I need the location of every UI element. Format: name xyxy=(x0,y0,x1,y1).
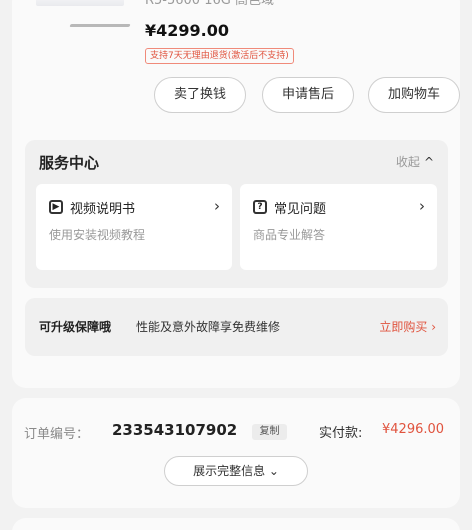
faq-icon: ? xyxy=(253,200,267,214)
video-manual-icon: ▶ xyxy=(49,200,63,214)
chevron-up-icon: ^ xyxy=(423,155,434,169)
order-info-card: 订单编号： 233543107902 复制 实付款: ¥4296.00 展示完整… xyxy=(12,398,460,508)
collapse-toggle[interactable]: 收起 ^ xyxy=(396,153,434,170)
service-tile-video-manual[interactable]: ▶ 视频说明书 › 使用安装视频教程 xyxy=(36,184,232,270)
service-tile-desc: 使用安装视频教程 xyxy=(49,228,146,242)
show-full-info-button[interactable]: 展示完整信息 ⌄ xyxy=(164,456,308,486)
chevron-right-icon: › xyxy=(214,197,220,215)
collapse-label: 收起 xyxy=(395,155,420,169)
order-number: 233543107902 xyxy=(112,421,238,439)
product-spec: R5-5600 16G 高色域 xyxy=(145,0,274,8)
after-sales-button[interactable]: 申请售后 xyxy=(262,77,354,113)
warranty-desc: 性能及意外故障享免费维修 xyxy=(136,320,281,334)
service-center: 服务中心 收起 ^ ▶ 视频说明书 › 使用安装视频教程 ? 常见问题 › 商品专… xyxy=(25,140,448,288)
service-center-title: 服务中心 xyxy=(39,154,100,172)
service-tile-label: 视频说明书 xyxy=(70,202,136,217)
service-tile-desc: 商品专业解答 xyxy=(253,228,326,242)
paid-amount-label: 实付款: xyxy=(319,426,363,441)
service-tile-label: 常见问题 xyxy=(274,202,327,217)
paid-amount: ¥4296.00 xyxy=(382,422,445,437)
product-price: ¥4299.00 xyxy=(145,21,230,40)
warranty-upgrade-banner[interactable]: 可升级保障哦 性能及意外故障享免费维修 立即购买 › xyxy=(25,298,448,356)
chevron-right-icon: › xyxy=(419,197,425,215)
buy-now-link[interactable]: 立即购买 › xyxy=(379,318,436,335)
add-to-cart-button[interactable]: 加购物车 xyxy=(368,77,460,113)
service-tile-faq[interactable]: ? 常见问题 › 商品专业解答 xyxy=(240,184,437,270)
next-card xyxy=(12,518,460,530)
order-number-label: 订单编号： xyxy=(24,427,90,442)
return-policy-tag: 支持7天无理由退货(激活后不支持) xyxy=(145,48,294,64)
warranty-title: 可升级保障哦 xyxy=(39,320,112,334)
laptop-base-image xyxy=(69,24,131,27)
product-thumbnail[interactable] xyxy=(36,0,124,6)
copy-button[interactable]: 复制 xyxy=(252,424,287,440)
sell-button[interactable]: 卖了换钱 xyxy=(154,77,246,113)
